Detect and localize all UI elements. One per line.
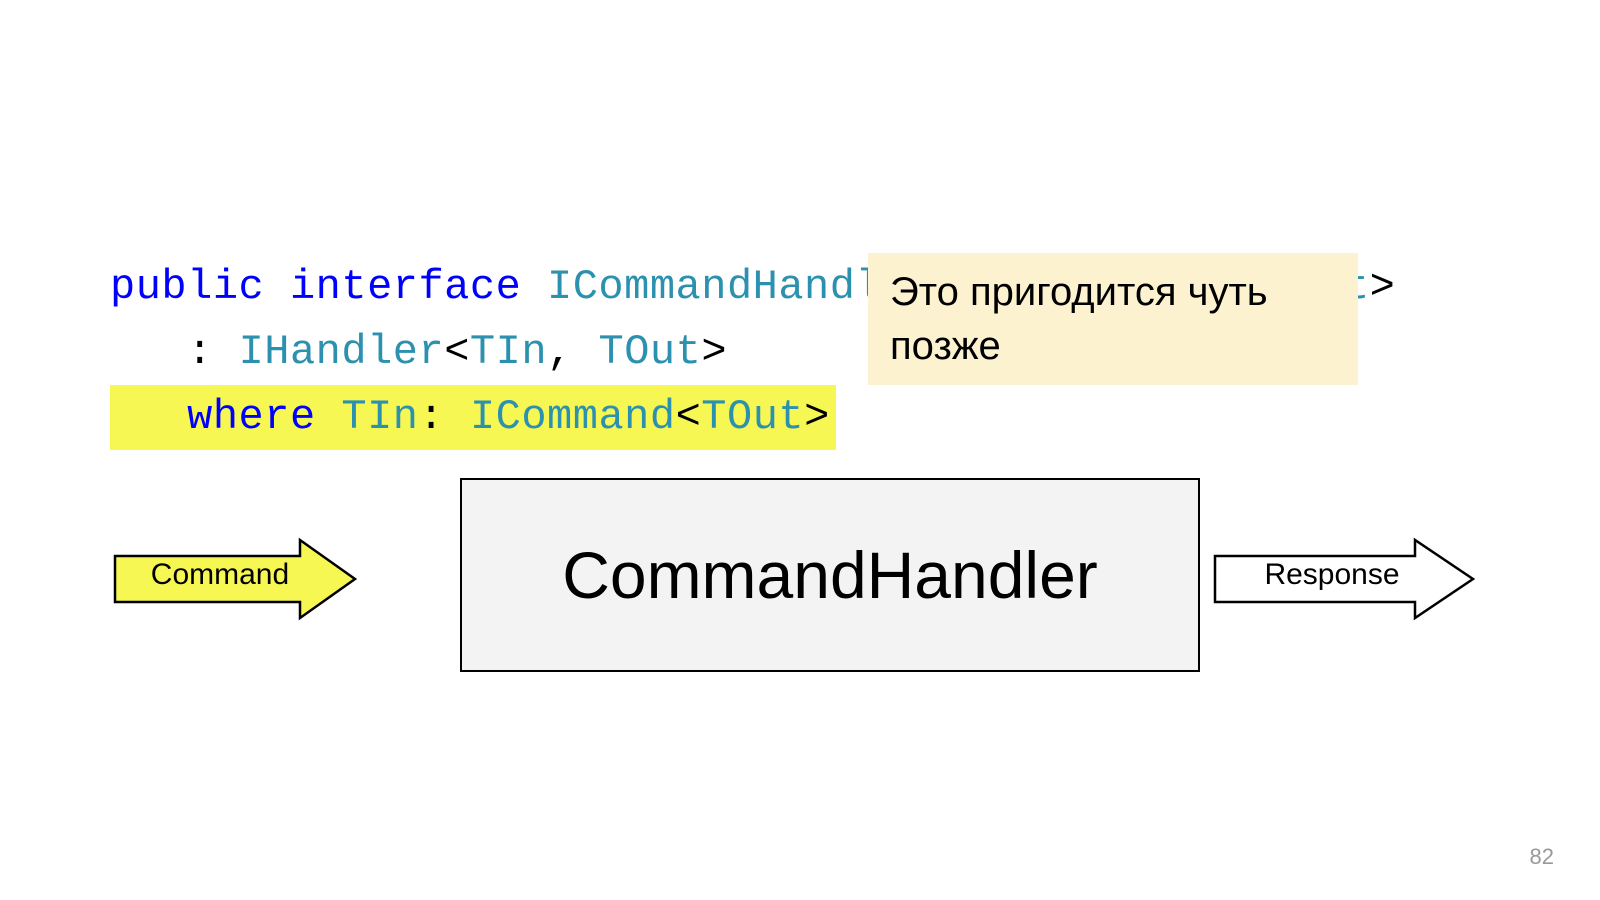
handler-box: CommandHandler [460, 478, 1200, 672]
angle-open: < [444, 328, 470, 376]
colon: : [187, 328, 213, 376]
arrow-out-label: Response [1252, 558, 1412, 592]
arrow-response: Response [1210, 534, 1480, 624]
tparam-tout: TOut [598, 328, 701, 376]
angle-close: > [701, 328, 727, 376]
tparam-tin: TIn [470, 328, 547, 376]
tparam-tin: TIn [341, 393, 418, 441]
page-number: 82 [1530, 844, 1554, 870]
type-ihandler: IHandler [239, 328, 445, 376]
angle-close: > [1370, 263, 1396, 311]
tparam-tout: TOut [701, 393, 804, 441]
keyword-where: where [187, 393, 316, 441]
type-icommand: ICommand [470, 393, 676, 441]
comma: , [547, 328, 573, 376]
keyword-interface: interface [290, 263, 521, 311]
callout-note: Это пригодится чуть позже [868, 253, 1358, 385]
colon: : [419, 393, 445, 441]
angle-open: < [676, 393, 702, 441]
handler-diagram: Command CommandHandler Response [110, 470, 1490, 680]
arrow-in-label: Command [140, 558, 300, 592]
constraint-highlight: where TIn: ICommand<TOut> [110, 385, 836, 450]
keyword-public: public [110, 263, 264, 311]
angle-close: > [804, 393, 830, 441]
handler-box-label: CommandHandler [562, 537, 1098, 613]
arrow-command: Command [110, 534, 360, 624]
